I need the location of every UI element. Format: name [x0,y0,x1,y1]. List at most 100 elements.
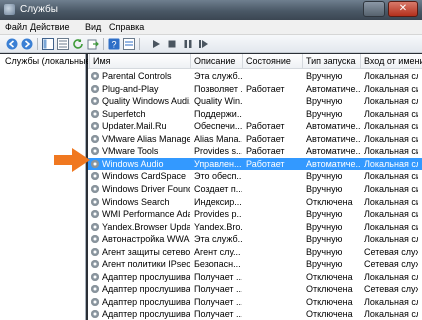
service-logon-cell: Локальная служ [364,96,418,107]
service-name-cell: Агент политики IPsec [102,259,190,270]
gear-icon [91,247,99,256]
service-startup-cell: Отключена [306,296,353,307]
window-title: Службы [20,4,58,15]
service-name-cell: VMware Tools [102,146,159,157]
column-divider [89,54,90,69]
table-row[interactable]: Адаптер прослушива... Получает ... Отключе… [88,308,422,320]
service-description-cell: Получает ... [194,284,242,295]
service-description-cell: Безопасн... [194,259,241,270]
table-row[interactable]: Windows CardSpace Это обесп... Вручную Лока… [88,170,422,182]
table-row[interactable]: VMware Tools Provides s... Работает Автомат… [88,145,422,157]
table-row[interactable]: WMI Performance Ada... Provides p... Вручн… [88,208,422,220]
table-row[interactable]: Адаптер прослушива... Получает ... Отключе… [88,271,422,283]
service-description-cell: Индексир... [194,196,242,207]
table-row[interactable]: Quality Windows Audi... Quality Win... Вру… [88,95,422,107]
column-header-log-on-as[interactable]: Вход от имени [364,56,422,66]
service-startup-cell: Отключена [306,196,353,207]
column-divider[interactable] [190,54,191,69]
service-logon-cell: Локальная сист [364,171,418,182]
column-header-status[interactable]: Состояние [246,56,291,66]
table-row[interactable]: Superfetch Поддержи... Вручную Локальная си… [88,108,422,120]
console-tree-icon[interactable] [42,38,54,50]
service-logon-cell: Локальная служ [364,271,418,282]
gear-icon [91,97,99,106]
service-startup-cell: Вручную [306,246,343,257]
column-header-description[interactable]: Описание [194,56,235,66]
column-header-startup-type[interactable]: Тип запуска [306,56,356,66]
view-list-icon[interactable] [57,38,69,50]
gear-icon [91,235,99,244]
service-status-cell: Работает [246,121,285,132]
back-arrow-icon[interactable] [6,38,18,50]
pause-icon[interactable] [182,38,194,50]
toolbar-separator [139,38,140,50]
maximize-button[interactable] [363,1,385,17]
service-description-cell: Получает ... [194,271,242,282]
refresh-icon[interactable] [72,38,84,50]
service-startup-cell: Вручную [306,221,343,232]
service-status-cell: Работает [246,133,285,144]
service-name-cell: Адаптер прослушива... [102,296,190,307]
column-header-name[interactable]: Имя [93,56,111,66]
service-startup-cell: Автоматиче... [306,146,360,157]
service-description-cell: Позволяет ... [194,83,242,94]
service-startup-cell: Автоматиче... [306,133,360,144]
table-row[interactable]: Windows Search Индексир... Отключена Локаль… [88,196,422,208]
properties-icon[interactable] [123,38,135,50]
svg-text:?: ? [111,40,116,50]
close-button[interactable]: ✕ [388,1,418,17]
table-row[interactable]: Адаптер прослушива... Получает ... Отключе… [88,296,422,308]
gear-icon [91,184,99,193]
table-row[interactable]: Адаптер прослушива... Получает ... Отключе… [88,283,422,295]
service-description-cell: Это обесп... [194,171,242,182]
table-row[interactable]: Parental Controls Эта служб... Вручную Лока… [88,70,422,82]
services-app-icon [4,4,15,15]
gear-icon [91,109,99,118]
table-row[interactable]: Plug-and-Play Позволяет ... Работает Автома… [88,83,422,95]
gear-icon [91,122,99,131]
menu-action[interactable]: Действие [30,22,70,32]
column-divider[interactable] [360,54,361,69]
service-name-cell: WMI Performance Ada... [102,209,190,220]
gear-icon [91,297,99,306]
table-row[interactable]: Updater.Mail.Ru Обеспечи... Работает Автома… [88,120,422,132]
menu-view[interactable]: Вид [85,22,101,32]
service-description-cell: Управлен... [194,158,242,169]
services-list: Имя Описание Состояние Тип запуска Вход … [88,54,422,320]
table-row[interactable]: Windows Driver Found... Создает п... Вручн… [88,183,422,195]
list-header: Имя Описание Состояние Тип запуска Вход … [88,54,422,69]
stop-icon[interactable] [166,38,178,50]
table-row[interactable]: VMware Alias Manager... Alias Mana... Рабо… [88,133,422,145]
table-row-selected[interactable]: Windows Audio Управлен... Работает Автомати… [88,157,422,170]
restart-icon[interactable] [198,38,210,50]
gear-icon [91,84,99,93]
gear-icon [91,222,99,231]
help-icon[interactable]: ? [108,38,120,50]
gear-icon [91,172,99,181]
service-logon-cell: Сетевая служба [364,284,418,295]
forward-arrow-icon[interactable] [21,38,33,50]
service-description-cell: Yandex.Bro... [194,221,242,232]
service-startup-cell: Вручную [306,259,343,270]
column-divider[interactable] [302,54,303,69]
play-icon[interactable] [150,38,162,50]
toolbar-separator [37,38,38,50]
table-row[interactable]: Автонастройка WWAN Эта служб... Вручную Лок… [88,233,422,245]
service-name-cell: Updater.Mail.Ru [102,121,167,132]
table-row[interactable]: Yandex.Browser Updat... Yandex.Bro... Вруч… [88,221,422,233]
tree-node-local-services[interactable]: Службы (локальные) [5,56,93,66]
menu-file[interactable]: Файл [5,22,27,32]
table-row[interactable]: Агент защиты сетевог... Агент слу... Вручн… [88,246,422,258]
service-logon-cell: Локальная служ [364,71,418,81]
menu-help[interactable]: Справка [109,22,144,32]
service-startup-cell: Вручную [306,96,343,107]
table-row[interactable]: Агент политики IPsec Безопасн... Вручную Се… [88,258,422,270]
service-logon-cell: Локальная сист [364,108,418,119]
gear-icon [91,272,99,281]
column-divider[interactable] [242,54,243,69]
service-logon-cell: Локальная служ [364,309,418,320]
service-name-cell: Адаптер прослушива... [102,309,190,320]
service-name-cell: VMware Alias Manager... [102,133,190,144]
service-name-cell: Агент защиты сетевог... [102,246,190,257]
export-icon[interactable] [87,38,99,50]
